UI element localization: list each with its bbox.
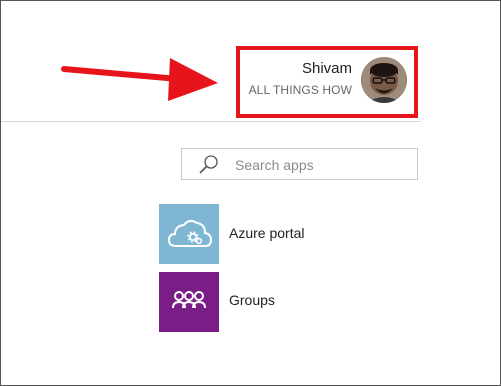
avatar[interactable] — [361, 57, 407, 103]
app-label-azure-portal[interactable]: Azure portal — [229, 225, 304, 241]
user-organization[interactable]: ALL THINGS HOW — [236, 83, 352, 97]
people-group-icon — [172, 291, 206, 309]
search-icon — [199, 155, 218, 174]
search-placeholder: Search apps — [235, 157, 314, 173]
cloud-gear-icon — [167, 219, 213, 247]
app-tile-azure-portal[interactable] — [159, 204, 219, 264]
search-input[interactable]: Search apps — [181, 148, 418, 180]
app-label-groups[interactable]: Groups — [229, 292, 275, 308]
app-tile-groups[interactable] — [159, 272, 219, 332]
avatar-photo — [361, 57, 407, 103]
user-name[interactable]: Shivam — [236, 60, 352, 77]
